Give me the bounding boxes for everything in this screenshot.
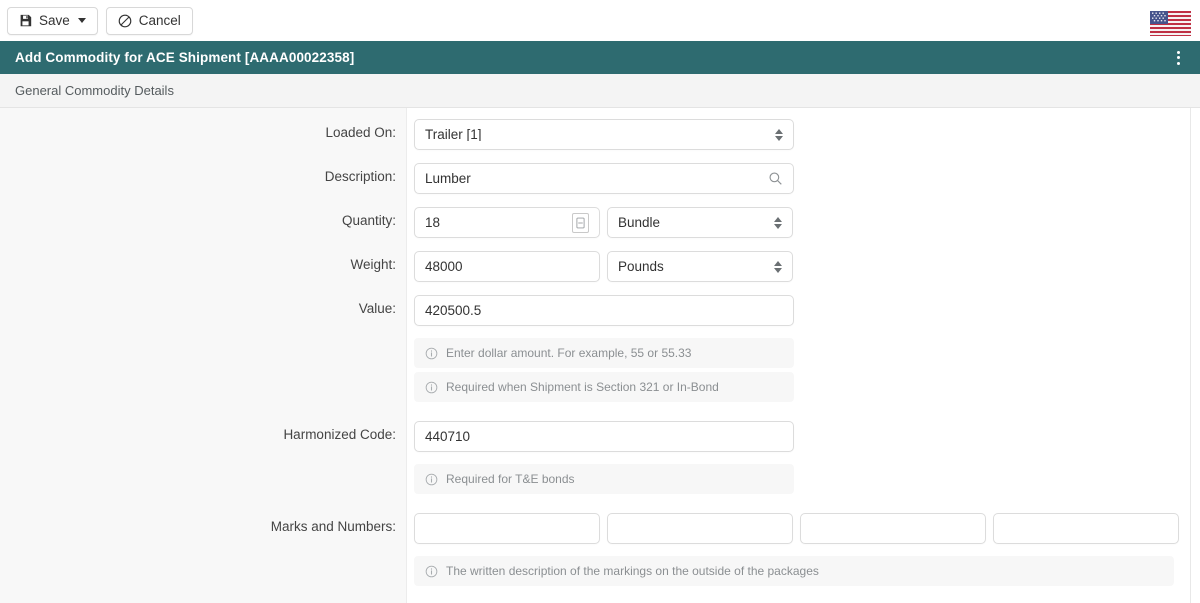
- harmonized-code-hint-text: Required for T&E bonds: [446, 472, 575, 486]
- quantity-unit-select[interactable]: Bundle: [607, 207, 793, 238]
- page-title: Add Commodity for ACE Shipment [AAAA0002…: [15, 50, 355, 65]
- no-entry-circle-slash-icon: [118, 14, 132, 28]
- info-circle-icon: [425, 565, 438, 578]
- description-input[interactable]: Lumber: [414, 163, 794, 194]
- marks-and-numbers-input-3[interactable]: [800, 513, 986, 544]
- marks-and-numbers-hint: The written description of the markings …: [414, 556, 1174, 586]
- weight-unit-value: Pounds: [618, 259, 664, 274]
- quantity-unit-value: Bundle: [618, 215, 661, 230]
- chevron-updown-icon[interactable]: [774, 260, 782, 273]
- save-button-label: Save: [39, 12, 70, 28]
- us-flag-icon[interactable]: [1148, 9, 1192, 37]
- chevron-down-icon[interactable]: [77, 18, 86, 23]
- cancel-button[interactable]: Cancel: [105, 6, 193, 35]
- save-button[interactable]: Save: [7, 6, 98, 35]
- value-hint-2-text: Required when Shipment is Section 321 or…: [446, 380, 719, 394]
- description-value: Lumber: [425, 171, 471, 186]
- description-label: Description:: [324, 169, 396, 184]
- info-circle-icon: [425, 347, 438, 360]
- cancel-button-label: Cancel: [138, 12, 181, 28]
- value-hint-2: Required when Shipment is Section 321 or…: [414, 372, 794, 402]
- value-label: Value:: [358, 301, 396, 316]
- weight-input[interactable]: 48000: [414, 251, 600, 282]
- quantity-input[interactable]: 18: [414, 207, 600, 238]
- quantity-label: Quantity:: [341, 213, 396, 228]
- stepper-icon[interactable]: [572, 212, 589, 233]
- value-hint-1: Enter dollar amount. For example, 55 or …: [414, 338, 794, 368]
- harmonized-code-label: Harmonized Code:: [283, 427, 396, 442]
- marks-and-numbers-input-1[interactable]: [414, 513, 600, 544]
- marks-and-numbers-input-2[interactable]: [607, 513, 793, 544]
- loaded-on-label: Loaded On:: [325, 125, 396, 140]
- harmonized-code-hint: Required for T&E bonds: [414, 464, 794, 494]
- chevron-updown-icon[interactable]: [774, 216, 782, 229]
- info-circle-icon: [425, 473, 438, 486]
- field-row-harmonized-code: Harmonized Code: 440710: [0, 416, 1190, 460]
- section-title: General Commodity Details: [15, 83, 174, 98]
- field-row-loaded-on: Loaded On: Trailer [1]: [0, 114, 1190, 158]
- value-input[interactable]: 420500.5: [414, 295, 794, 326]
- field-row-marks-and-numbers: Marks and Numbers:: [0, 508, 1190, 552]
- value-hint-1-text: Enter dollar amount. For example, 55 or …: [446, 346, 692, 360]
- marks-and-numbers-label: Marks and Numbers:: [270, 519, 396, 534]
- search-icon[interactable]: [768, 171, 783, 186]
- chevron-updown-icon[interactable]: [775, 128, 783, 141]
- field-row-value: Value: 420500.5: [0, 290, 1190, 334]
- field-row-quantity: Quantity: 18 Bundle: [0, 202, 1190, 246]
- marks-and-numbers-input-4[interactable]: [993, 513, 1179, 544]
- weight-label: Weight:: [350, 257, 396, 272]
- info-circle-icon: [425, 381, 438, 394]
- loaded-on-select[interactable]: Trailer [1]: [414, 119, 794, 150]
- field-row-description: Description: Lumber: [0, 158, 1190, 202]
- top-toolbar: Save Cancel: [0, 0, 1200, 41]
- section-header-general-commodity-details: General Commodity Details: [0, 74, 1200, 108]
- weight-unit-select[interactable]: Pounds: [607, 251, 793, 282]
- field-row-weight: Weight: 48000 Pounds: [0, 246, 1190, 290]
- loaded-on-value: Trailer [1]: [425, 127, 482, 142]
- marks-and-numbers-hint-text: The written description of the markings …: [446, 564, 819, 578]
- save-floppy-icon: [19, 14, 32, 27]
- value-value: 420500.5: [425, 303, 482, 318]
- weight-value: 48000: [425, 259, 463, 274]
- commodity-form: Loaded On: Trailer [1] Description: Lumb…: [0, 108, 1191, 603]
- harmonized-code-input[interactable]: 440710: [414, 421, 794, 452]
- kebab-vertical-icon[interactable]: [1171, 47, 1186, 69]
- quantity-value: 18: [425, 215, 441, 230]
- harmonized-code-value: 440710: [425, 429, 471, 444]
- panel-header: Add Commodity for ACE Shipment [AAAA0002…: [0, 41, 1200, 74]
